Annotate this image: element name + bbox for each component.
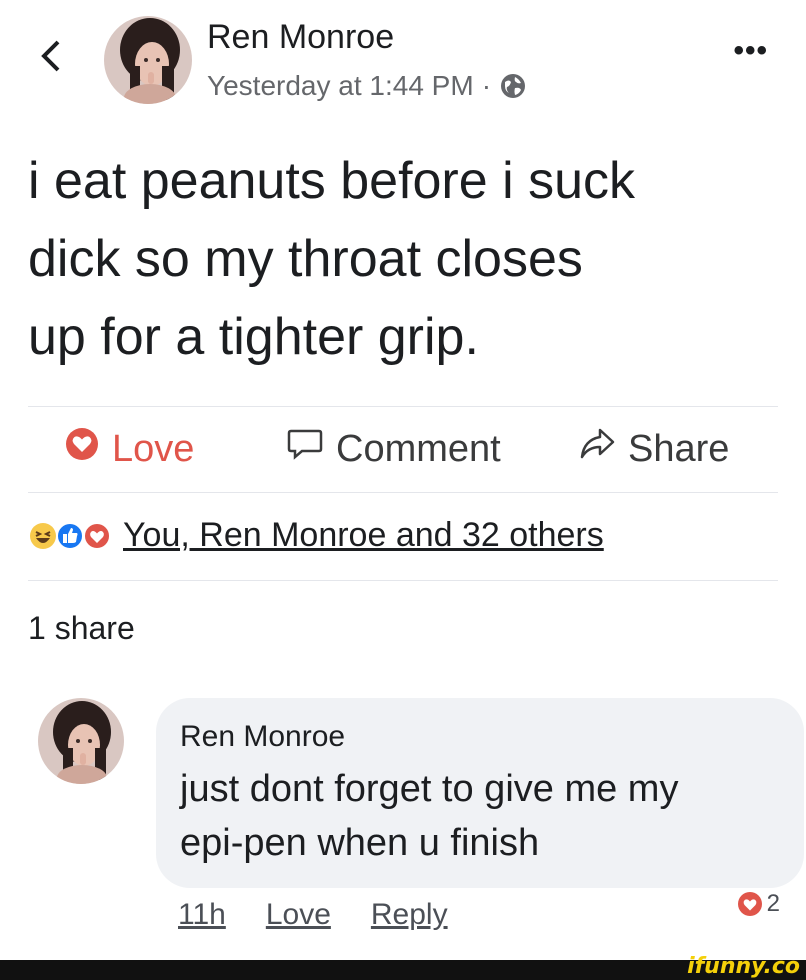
comment-text-line: epi-pen when u finish xyxy=(180,822,540,864)
love-reaction-icon xyxy=(64,426,100,472)
post-author-name[interactable]: Ren Monroe xyxy=(207,18,394,57)
comment-button-label: Comment xyxy=(336,427,501,470)
share-button[interactable]: Share xyxy=(578,426,729,472)
share-button-label: Share xyxy=(628,427,730,470)
comment-reaction-count-value: 2 xyxy=(766,890,780,917)
globe-icon xyxy=(499,72,527,100)
comment-reaction-count[interactable]: 2 xyxy=(737,890,780,918)
post-text: i eat peanuts before i suck dick so my t… xyxy=(28,142,788,376)
reaction-icons xyxy=(28,521,111,551)
reactions-summary-text[interactable]: You, Ren Monroe and 32 others xyxy=(123,516,604,555)
love-icon xyxy=(737,892,762,916)
like-icon xyxy=(56,521,84,550)
more-options-button[interactable]: ••• xyxy=(733,34,768,68)
post-header: Ren Monroe Yesterday at 1:44 PM · ••• xyxy=(0,0,806,125)
comment-footer: 11h Love Reply xyxy=(178,898,448,932)
comment-love-button[interactable]: Love xyxy=(266,898,331,932)
reactions-summary[interactable]: You, Ren Monroe and 32 others xyxy=(28,516,604,555)
love-button[interactable]: Love xyxy=(64,426,194,472)
post-text-line: up for a tighter grip. xyxy=(28,308,479,366)
comment-text: just dont forget to give me my epi-pen w… xyxy=(180,762,780,870)
divider xyxy=(28,406,778,407)
haha-icon xyxy=(30,522,56,549)
meta-separator: · xyxy=(481,70,492,101)
share-arrow-icon xyxy=(578,426,616,472)
comment-button[interactable]: Comment xyxy=(286,426,501,472)
watermark-logo: ifunny.co xyxy=(687,954,800,979)
comment-author-name[interactable]: Ren Monroe xyxy=(180,720,780,754)
avatar[interactable] xyxy=(104,16,192,104)
post-timestamp[interactable]: Yesterday at 1:44 PM xyxy=(207,70,474,102)
comment-bubble-icon xyxy=(286,426,324,472)
love-button-label: Love xyxy=(112,427,195,470)
comment-text-line: just dont forget to give me my xyxy=(180,768,679,810)
post-text-line: i eat peanuts before i suck xyxy=(28,152,636,210)
post-meta: Yesterday at 1:44 PM · xyxy=(207,70,527,102)
comment-time[interactable]: 11h xyxy=(178,898,226,932)
divider xyxy=(28,580,778,581)
action-bar: Love Comment Share xyxy=(0,418,806,482)
share-count[interactable]: 1 share xyxy=(28,610,135,647)
love-icon xyxy=(83,521,111,550)
chevron-left-icon[interactable] xyxy=(36,36,72,76)
comment-bubble: Ren Monroe just dont forget to give me m… xyxy=(156,698,804,888)
comment-avatar[interactable] xyxy=(38,698,124,784)
watermark-bar: ifunny.co xyxy=(0,954,806,980)
post-text-line: dick so my throat closes xyxy=(28,230,583,288)
comment-reply-button[interactable]: Reply xyxy=(371,898,448,932)
divider xyxy=(28,492,778,493)
